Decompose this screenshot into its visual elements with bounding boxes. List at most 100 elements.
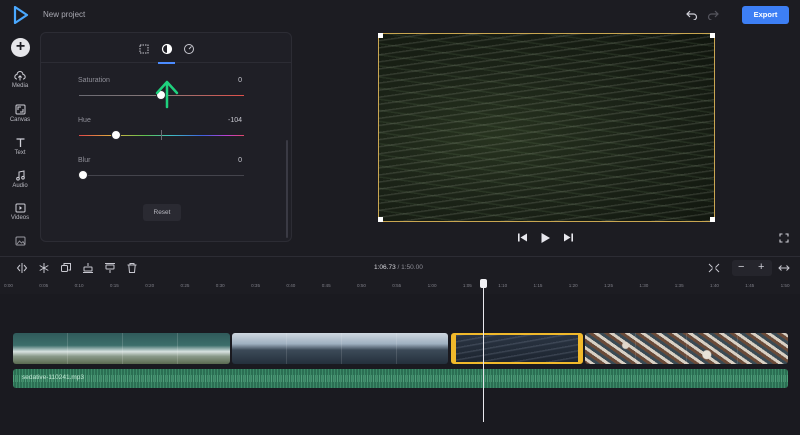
hue-label: Hue xyxy=(78,117,91,124)
fit-to-screen-icon[interactable] xyxy=(708,262,720,274)
sidebar-item-label: Videos xyxy=(10,215,30,221)
reset-button[interactable]: Reset xyxy=(143,204,181,221)
timecode-display: 1:06.73 / 1:50.00 xyxy=(374,264,423,271)
blur-slider-track[interactable] xyxy=(79,175,244,176)
blur-slider-knob[interactable] xyxy=(78,170,88,180)
hue-value: -104 xyxy=(227,117,242,124)
video-icon xyxy=(15,203,25,213)
ruler-tick-label: 0:15 xyxy=(109,283,119,288)
speed-icon[interactable] xyxy=(182,42,196,56)
hue-slider-knob[interactable] xyxy=(111,130,121,140)
image-icon xyxy=(15,236,25,246)
ruler-tick-label: 1:25 xyxy=(604,283,614,288)
align-top-icon[interactable] xyxy=(104,262,116,274)
sidebar-item-images[interactable] xyxy=(0,236,40,246)
total-duration: 1:50.00 xyxy=(401,264,423,271)
ruler-tick-label: 1:30 xyxy=(639,283,649,288)
panel-scrollbar[interactable] xyxy=(286,140,288,238)
ruler-tick-label: 0:35 xyxy=(251,283,261,288)
timeline-ruler[interactable]: 0:00 0:05 0:10 0:15 0:20 0:25 0:30 0:35 0:40 0:45… xyxy=(0,280,800,294)
video-clip[interactable] xyxy=(13,333,230,364)
ruler-tick-label: 0:25 xyxy=(180,283,190,288)
blur-value: 0 xyxy=(238,157,242,164)
panel-tabs xyxy=(41,33,291,64)
sidebar-item-media[interactable]: Media xyxy=(0,71,40,89)
ruler-tick-label: 0:45 xyxy=(321,283,331,288)
current-time: 1:06.73 xyxy=(374,264,396,271)
playhead-handle[interactable] xyxy=(480,279,487,288)
ruler-tick-label: 1:50 xyxy=(780,283,790,288)
redo-icon[interactable] xyxy=(707,10,719,20)
ruler-tick-label: 0:30 xyxy=(215,283,225,288)
sidebar-item-label: Text xyxy=(14,150,26,156)
zoom-in-button[interactable]: + xyxy=(758,261,764,273)
timeline-tracks[interactable]: sedative-110241.mp3 xyxy=(0,294,800,435)
play-icon[interactable] xyxy=(540,232,551,244)
ruler-tick-label: 1:35 xyxy=(674,283,684,288)
crop-icon[interactable] xyxy=(137,42,151,56)
saturation-label: Saturation xyxy=(78,77,110,84)
arrow-up-icon xyxy=(155,80,179,109)
split-icon[interactable] xyxy=(16,262,28,274)
resize-handle-bottom-left[interactable] xyxy=(378,217,383,222)
sidebar-item-audio[interactable]: Audio xyxy=(0,170,40,189)
audio-track[interactable]: sedative-110241.mp3 xyxy=(13,369,788,388)
export-button[interactable]: Export xyxy=(742,6,789,24)
resize-handle-bottom-right[interactable] xyxy=(710,217,715,222)
cloud-upload-icon xyxy=(14,71,26,81)
music-note-icon xyxy=(15,170,25,181)
ruler-tick-label: 1:20 xyxy=(568,283,578,288)
ruler-tick-label: 1:40 xyxy=(710,283,719,288)
expand-timeline-icon[interactable] xyxy=(778,262,790,274)
video-clip[interactable] xyxy=(585,333,788,364)
delete-icon[interactable] xyxy=(126,262,138,274)
adjust-icon[interactable] xyxy=(160,42,174,56)
canvas-resize-icon xyxy=(15,104,25,115)
adjustments-panel: Saturation 0 Hue -104 Blur 0 Reset xyxy=(40,32,292,242)
ruler-tick-label: 1:10 xyxy=(498,283,508,288)
video-clip[interactable] xyxy=(232,333,448,364)
video-preview[interactable] xyxy=(378,33,715,222)
timeline-toolbar: 1:06.73 / 1:50.00 − + xyxy=(0,256,800,278)
sidebar-item-canvas[interactable]: Canvas xyxy=(0,104,40,123)
fullscreen-icon[interactable] xyxy=(779,233,789,243)
app-logo-icon[interactable] xyxy=(13,6,29,24)
blur-label: Blur xyxy=(78,157,91,164)
ruler-tick-label: 0:55 xyxy=(392,283,402,288)
ruler-tick-label: 1:15 xyxy=(533,283,543,288)
left-sidebar: + Media Canvas Text Audio Videos xyxy=(0,0,40,255)
playhead[interactable] xyxy=(483,282,484,422)
preview-selection-frame xyxy=(378,33,715,222)
video-editor-app: + Media Canvas Text Audio Videos New pro… xyxy=(0,0,800,435)
text-icon xyxy=(16,138,24,147)
ruler-tick-label: 0:40 xyxy=(286,283,296,288)
ruler-tick-label: 1:05 xyxy=(462,283,472,288)
video-clip-selected[interactable] xyxy=(451,333,583,364)
ruler-tick-label: 0:05 xyxy=(39,283,49,288)
sidebar-item-label: Media xyxy=(11,83,29,89)
audio-track-label: sedative-110241.mp3 xyxy=(22,374,85,381)
align-bottom-icon[interactable] xyxy=(82,262,94,274)
ruler-tick-label: 0:00 xyxy=(4,283,13,288)
project-title[interactable]: New project xyxy=(43,10,85,19)
sidebar-item-videos[interactable]: Videos xyxy=(0,203,40,221)
ruler-tick-label: 1:45 xyxy=(745,283,755,288)
add-media-button[interactable]: + xyxy=(11,38,30,57)
ruler-tick-label: 0:50 xyxy=(357,283,366,288)
zoom-out-button[interactable]: − xyxy=(738,261,744,273)
audio-waveform xyxy=(13,375,788,382)
undo-icon[interactable] xyxy=(686,10,698,20)
time-separator: / xyxy=(397,264,400,271)
ruler-tick-label: 0:10 xyxy=(74,283,84,288)
hue-center-marker xyxy=(161,130,162,140)
freeze-icon[interactable] xyxy=(38,262,50,274)
ruler-tick-label: 1:00 xyxy=(427,283,437,288)
sidebar-item-text[interactable]: Text xyxy=(0,137,40,156)
active-tab-indicator xyxy=(158,62,175,64)
skip-back-icon[interactable] xyxy=(517,232,528,243)
resize-handle-top-right[interactable] xyxy=(710,33,715,38)
duplicate-icon[interactable] xyxy=(60,262,72,274)
resize-handle-top-left[interactable] xyxy=(378,33,383,38)
skip-forward-icon[interactable] xyxy=(563,232,574,243)
sidebar-item-label: Audio xyxy=(12,183,28,189)
